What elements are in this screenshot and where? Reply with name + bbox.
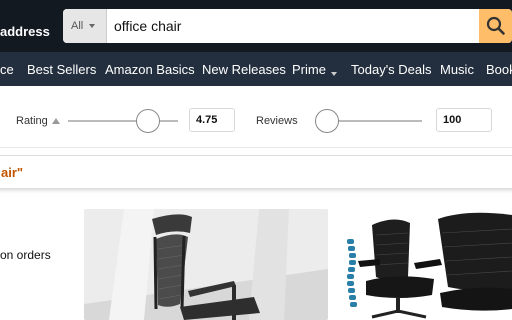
reviews-slider-handle[interactable] — [315, 109, 339, 133]
search-input[interactable]: office chair — [114, 18, 181, 34]
results-query-text: air" — [1, 165, 24, 180]
delivery-address-label[interactable]: address — [0, 24, 50, 39]
mesh-chair-image — [336, 209, 512, 320]
chevron-down-icon — [89, 24, 96, 29]
nav-item-new-releases[interactable]: New Releases — [202, 62, 286, 77]
top-header: address All office chair — [0, 0, 512, 52]
search-category-select[interactable]: All — [63, 9, 107, 43]
nav-item-prime-label: Prime — [292, 62, 326, 77]
reviews-filter-label: Reviews — [256, 115, 298, 127]
chevron-down-icon — [330, 72, 337, 76]
product-card-image-1[interactable] — [84, 209, 328, 320]
rating-slider-track[interactable] — [68, 120, 178, 122]
nav-item-best-sellers[interactable]: Best Sellers — [27, 62, 96, 77]
shipping-note: on orders — [0, 248, 51, 262]
rating-filter-label: Rating — [16, 115, 60, 127]
rating-label-text: Rating — [16, 115, 48, 127]
nav-item-prime[interactable]: Prime — [292, 62, 337, 77]
nav-item-todays-deals[interactable]: Today's Deals — [351, 62, 432, 77]
product-card-image-2[interactable] — [336, 209, 512, 320]
nav-bar: ce Best Sellers Amazon Basics New Releas… — [0, 52, 512, 86]
search-button[interactable] — [479, 9, 512, 43]
nav-item-books[interactable]: Book — [486, 62, 512, 77]
results-header: air" — [0, 155, 512, 189]
search-category-label: All — [71, 20, 84, 32]
ergonomic-chair-image — [84, 209, 328, 320]
rating-slider-handle[interactable] — [136, 109, 161, 133]
nav-item-partial[interactable]: ce — [0, 62, 14, 77]
search-icon — [486, 16, 505, 35]
sort-up-icon — [51, 118, 60, 125]
nav-item-amazon-basics[interactable]: Amazon Basics — [105, 62, 195, 77]
nav-item-music[interactable]: Music — [440, 62, 474, 77]
reviews-slider-track[interactable] — [327, 120, 422, 122]
rating-value-input[interactable]: 4.75 — [189, 108, 235, 132]
search-bar: All office chair — [63, 9, 512, 43]
reviews-value-input[interactable]: 100 — [436, 108, 492, 132]
